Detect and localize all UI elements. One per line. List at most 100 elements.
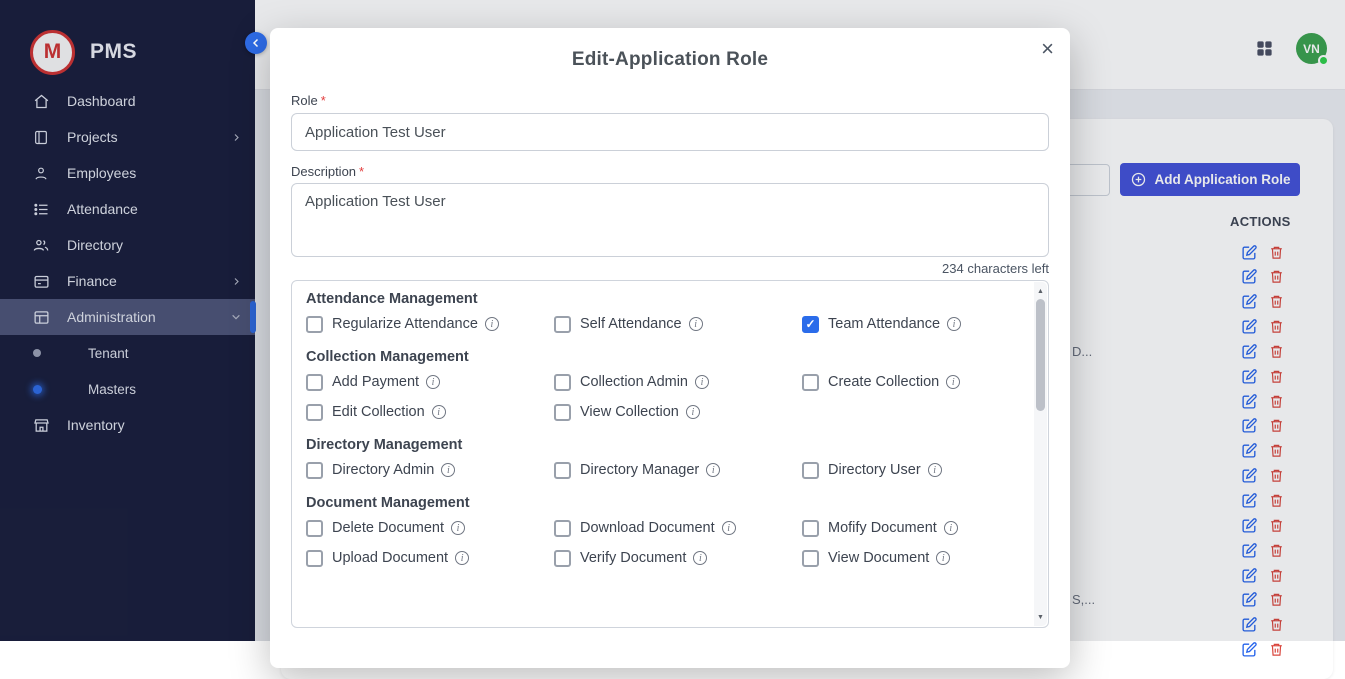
permission-option-label: Mofify Document xyxy=(828,520,937,536)
table-row xyxy=(1060,641,1286,659)
info-icon[interactable]: i xyxy=(947,317,961,331)
info-icon[interactable]: i xyxy=(946,375,960,389)
permission-option-label: View Document xyxy=(828,550,929,566)
info-icon[interactable]: i xyxy=(936,551,950,565)
scrollbar[interactable]: ▲ ▼ xyxy=(1034,282,1047,626)
permission-option-label: Add Payment xyxy=(332,374,419,390)
info-icon[interactable]: i xyxy=(693,551,707,565)
permission-option: ✓ Team Attendance i xyxy=(802,309,1008,339)
permission-option-label: Edit Collection xyxy=(332,404,425,420)
modal-title: Edit-Application Role xyxy=(291,49,1049,71)
delete-icon[interactable] xyxy=(1269,641,1286,658)
permission-option-label: Download Document xyxy=(580,520,715,536)
permission-option-label: Create Collection xyxy=(828,374,939,390)
info-icon[interactable]: i xyxy=(722,521,736,535)
permission-group-title: Document Management xyxy=(306,495,1008,511)
checkbox-unchecked[interactable] xyxy=(306,462,323,479)
permission-options: Add PaymentiCollection AdminiCreate Coll… xyxy=(306,367,1008,427)
info-icon[interactable]: i xyxy=(441,463,455,477)
description-label: Description* xyxy=(291,164,1049,179)
info-icon[interactable]: i xyxy=(928,463,942,477)
permission-group: Directory ManagementDirectory AdminiDire… xyxy=(306,437,1008,485)
permission-option: Edit Collection i xyxy=(306,397,554,427)
checkbox-unchecked[interactable] xyxy=(306,520,323,537)
description-input[interactable] xyxy=(291,183,1049,257)
info-icon[interactable]: i xyxy=(455,551,469,565)
permission-option-label: Self Attendance xyxy=(580,316,682,332)
permission-option: Create Collection i xyxy=(802,367,1008,397)
checkbox-unchecked[interactable] xyxy=(554,316,571,333)
permission-group-title: Directory Management xyxy=(306,437,1008,453)
required-asterisk: * xyxy=(321,93,326,108)
permission-option-label: View Collection xyxy=(580,404,679,420)
permission-option-label: Upload Document xyxy=(332,550,448,566)
info-icon[interactable]: i xyxy=(689,317,703,331)
permission-option-label: Directory Manager xyxy=(580,462,699,478)
permission-options: Delete DocumentiDownload DocumentiMofify… xyxy=(306,513,1008,573)
scrollbar-up-arrow[interactable]: ▲ xyxy=(1037,285,1044,297)
checkbox-unchecked[interactable] xyxy=(306,374,323,391)
scrollbar-down-arrow[interactable]: ▼ xyxy=(1037,611,1044,623)
permission-option: Add Payment i xyxy=(306,367,554,397)
table-row-actions xyxy=(1241,641,1286,658)
checkbox-unchecked[interactable] xyxy=(554,374,571,391)
role-label: Role* xyxy=(291,93,1049,108)
checkbox-unchecked[interactable] xyxy=(306,550,323,567)
info-icon[interactable]: i xyxy=(451,521,465,535)
permission-option: Directory User i xyxy=(802,455,1008,485)
permission-option: Collection Admin i xyxy=(554,367,802,397)
characters-left-counter: 234 characters left xyxy=(291,261,1049,276)
edit-icon[interactable] xyxy=(1241,641,1258,658)
permission-option: Verify Document i xyxy=(554,543,802,573)
description-label-text: Description xyxy=(291,164,356,179)
info-icon[interactable]: i xyxy=(686,405,700,419)
permission-groups: Attendance Management Regularize Attendan… xyxy=(306,291,1008,573)
permission-option-label: Verify Document xyxy=(580,550,686,566)
permission-option: Self Attendance i xyxy=(554,309,802,339)
permission-option-label: Directory User xyxy=(828,462,921,478)
info-icon[interactable]: i xyxy=(426,375,440,389)
role-label-text: Role xyxy=(291,93,318,108)
edit-application-role-dialog: × Edit-Application Role Role* Descriptio… xyxy=(270,28,1070,668)
info-icon[interactable]: i xyxy=(706,463,720,477)
info-icon[interactable]: i xyxy=(485,317,499,331)
info-icon[interactable]: i xyxy=(944,521,958,535)
checkbox-unchecked[interactable] xyxy=(802,550,819,567)
checkbox-unchecked[interactable] xyxy=(802,520,819,537)
info-icon[interactable]: i xyxy=(432,405,446,419)
permission-option-label: Delete Document xyxy=(332,520,444,536)
permission-group: Collection ManagementAdd PaymentiCollect… xyxy=(306,349,1008,427)
permissions-panel: Attendance Management Regularize Attendan… xyxy=(291,280,1049,628)
permission-option-label: Directory Admin xyxy=(332,462,434,478)
permission-option: Directory Manager i xyxy=(554,455,802,485)
checkbox-unchecked[interactable] xyxy=(554,550,571,567)
close-icon[interactable]: × xyxy=(1041,38,1054,60)
permission-option-label: Team Attendance xyxy=(828,316,940,332)
permission-option: Upload Document i xyxy=(306,543,554,573)
permission-option-label: Collection Admin xyxy=(580,374,688,390)
permission-options: Directory AdminiDirectory ManageriDirect… xyxy=(306,455,1008,485)
chevron-left-icon xyxy=(250,37,262,49)
scrollbar-thumb[interactable] xyxy=(1036,299,1045,411)
checkbox-unchecked[interactable] xyxy=(306,404,323,421)
info-icon[interactable]: i xyxy=(695,375,709,389)
permission-group: Document ManagementDelete DocumentiDownl… xyxy=(306,495,1008,573)
checkbox-unchecked[interactable] xyxy=(554,404,571,421)
permission-option-label: Regularize Attendance xyxy=(332,316,478,332)
checkbox-unchecked[interactable] xyxy=(802,462,819,479)
checkbox-unchecked[interactable] xyxy=(306,316,323,333)
permission-options: Regularize Attendance i Self Attendance i ✓ T… xyxy=(306,309,1008,339)
permission-option: Download Document i xyxy=(554,513,802,543)
permission-option: View Collection i xyxy=(554,397,802,427)
checkbox-unchecked[interactable] xyxy=(802,374,819,391)
permission-group-title: Attendance Management xyxy=(306,291,1008,307)
role-input[interactable] xyxy=(291,113,1049,151)
checkbox-checked[interactable]: ✓ xyxy=(802,316,819,333)
checkbox-unchecked[interactable] xyxy=(554,462,571,479)
sidebar-collapse-button[interactable] xyxy=(245,32,267,54)
permission-group-title: Collection Management xyxy=(306,349,1008,365)
checkbox-unchecked[interactable] xyxy=(554,520,571,537)
permission-option: View Document i xyxy=(802,543,1008,573)
permission-option: Mofify Document i xyxy=(802,513,1008,543)
permission-group: Attendance Management Regularize Attendan… xyxy=(306,291,1008,339)
